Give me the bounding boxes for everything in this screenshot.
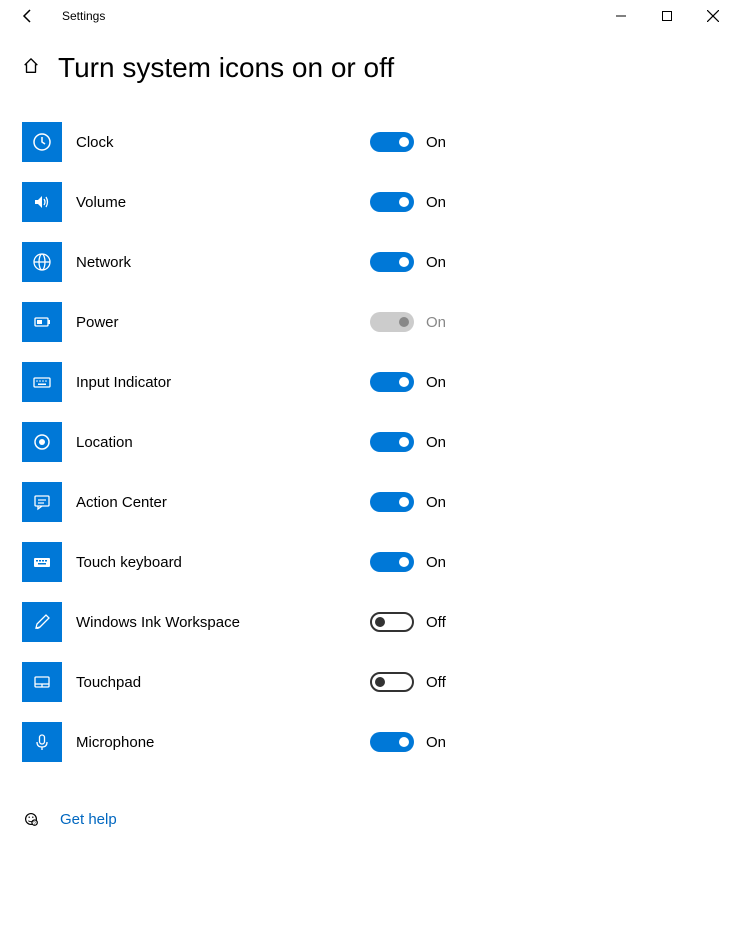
toggle-switch — [370, 312, 414, 332]
back-button[interactable] — [8, 0, 48, 32]
toggle-group: On — [370, 432, 714, 452]
page-header: Turn system icons on or off — [0, 32, 736, 112]
toggle-state-text: On — [426, 734, 446, 751]
toggle-switch[interactable] — [370, 132, 414, 152]
toggle-switch[interactable] — [370, 672, 414, 692]
minimize-button[interactable] — [598, 0, 644, 32]
help-icon — [22, 810, 40, 828]
home-icon — [22, 57, 40, 75]
toggle-switch[interactable] — [370, 432, 414, 452]
keyboard-icon — [32, 372, 52, 392]
page-title: Turn system icons on or off — [58, 52, 394, 84]
toggle-switch[interactable] — [370, 612, 414, 632]
location-icon — [32, 432, 52, 452]
toggle-state-text: On — [426, 434, 446, 451]
icon-box — [22, 662, 62, 702]
close-button[interactable] — [690, 0, 736, 32]
toggle-group: On — [370, 552, 714, 572]
toggle-group: On — [370, 732, 714, 752]
toggle-switch[interactable] — [370, 192, 414, 212]
setting-label: Touch keyboard — [76, 554, 182, 571]
toggle-group: On — [370, 252, 714, 272]
setting-label: Windows Ink Workspace — [76, 614, 240, 631]
setting-row: Clock On — [22, 112, 714, 172]
minimize-icon — [616, 11, 626, 21]
toggle-state-text: On — [426, 554, 446, 571]
toggle-switch[interactable] — [370, 492, 414, 512]
icon-box — [22, 302, 62, 342]
toggle-switch[interactable] — [370, 732, 414, 752]
toggle-group: On — [370, 132, 714, 152]
toggle-group: On — [370, 492, 714, 512]
setting-label: Input Indicator — [76, 374, 171, 391]
setting-label: Network — [76, 254, 131, 271]
settings-list: ClockOnVolumeOnNetworkOnPowerOnInput Ind… — [0, 112, 736, 828]
power-icon — [32, 312, 52, 332]
setting-row: Windows Ink Workspace Off — [22, 592, 714, 652]
window-controls — [598, 0, 736, 32]
toggle-group: On — [370, 192, 714, 212]
toggle-state-text: Off — [426, 674, 446, 691]
setting-row: Volume On — [22, 172, 714, 232]
icon-box — [22, 422, 62, 462]
app-name: Settings — [62, 9, 105, 23]
icon-box — [22, 122, 62, 162]
setting-label: Clock — [76, 134, 114, 151]
toggle-switch[interactable] — [370, 372, 414, 392]
icon-box — [22, 542, 62, 582]
mic-icon — [32, 732, 52, 752]
toggle-switch[interactable] — [370, 552, 414, 572]
help-section: Get help — [22, 810, 714, 828]
maximize-icon — [662, 11, 672, 21]
toggle-group: Off — [370, 612, 714, 632]
setting-label: Touchpad — [76, 674, 141, 691]
icon-box — [22, 182, 62, 222]
setting-label: Power — [76, 314, 119, 331]
setting-row: Microphone On — [22, 712, 714, 772]
icon-box — [22, 242, 62, 282]
maximize-button[interactable] — [644, 0, 690, 32]
toggle-state-text: On — [426, 254, 446, 271]
setting-label: Location — [76, 434, 133, 451]
toggle-state-text: On — [426, 374, 446, 391]
message-icon — [32, 492, 52, 512]
setting-label: Action Center — [76, 494, 167, 511]
clock-icon — [32, 132, 52, 152]
toggle-group: On — [370, 312, 714, 332]
setting-row: Power On — [22, 292, 714, 352]
setting-row: Input Indicator On — [22, 352, 714, 412]
setting-label: Volume — [76, 194, 126, 211]
toggle-group: On — [370, 372, 714, 392]
titlebar: Settings — [0, 0, 736, 32]
toggle-state-text: On — [426, 134, 446, 151]
get-help-link[interactable]: Get help — [60, 811, 117, 828]
home-button[interactable] — [22, 57, 40, 80]
icon-box — [22, 602, 62, 642]
setting-row: Touchpad Off — [22, 652, 714, 712]
touchkbd-icon — [32, 552, 52, 572]
toggle-state-text: On — [426, 494, 446, 511]
toggle-group: Off — [370, 672, 714, 692]
setting-row: Location On — [22, 412, 714, 472]
volume-icon — [32, 192, 52, 212]
close-icon — [707, 10, 719, 22]
pen-icon — [32, 612, 52, 632]
setting-row: Touch keyboard On — [22, 532, 714, 592]
icon-box — [22, 362, 62, 402]
toggle-state-text: On — [426, 314, 446, 331]
arrow-left-icon — [20, 8, 36, 24]
icon-box — [22, 722, 62, 762]
setting-row: Network On — [22, 232, 714, 292]
setting-row: Action Center On — [22, 472, 714, 532]
toggle-switch[interactable] — [370, 252, 414, 272]
icon-box — [22, 482, 62, 522]
setting-label: Microphone — [76, 734, 154, 751]
toggle-state-text: On — [426, 194, 446, 211]
touchpad-icon — [32, 672, 52, 692]
network-icon — [32, 252, 52, 272]
toggle-state-text: Off — [426, 614, 446, 631]
